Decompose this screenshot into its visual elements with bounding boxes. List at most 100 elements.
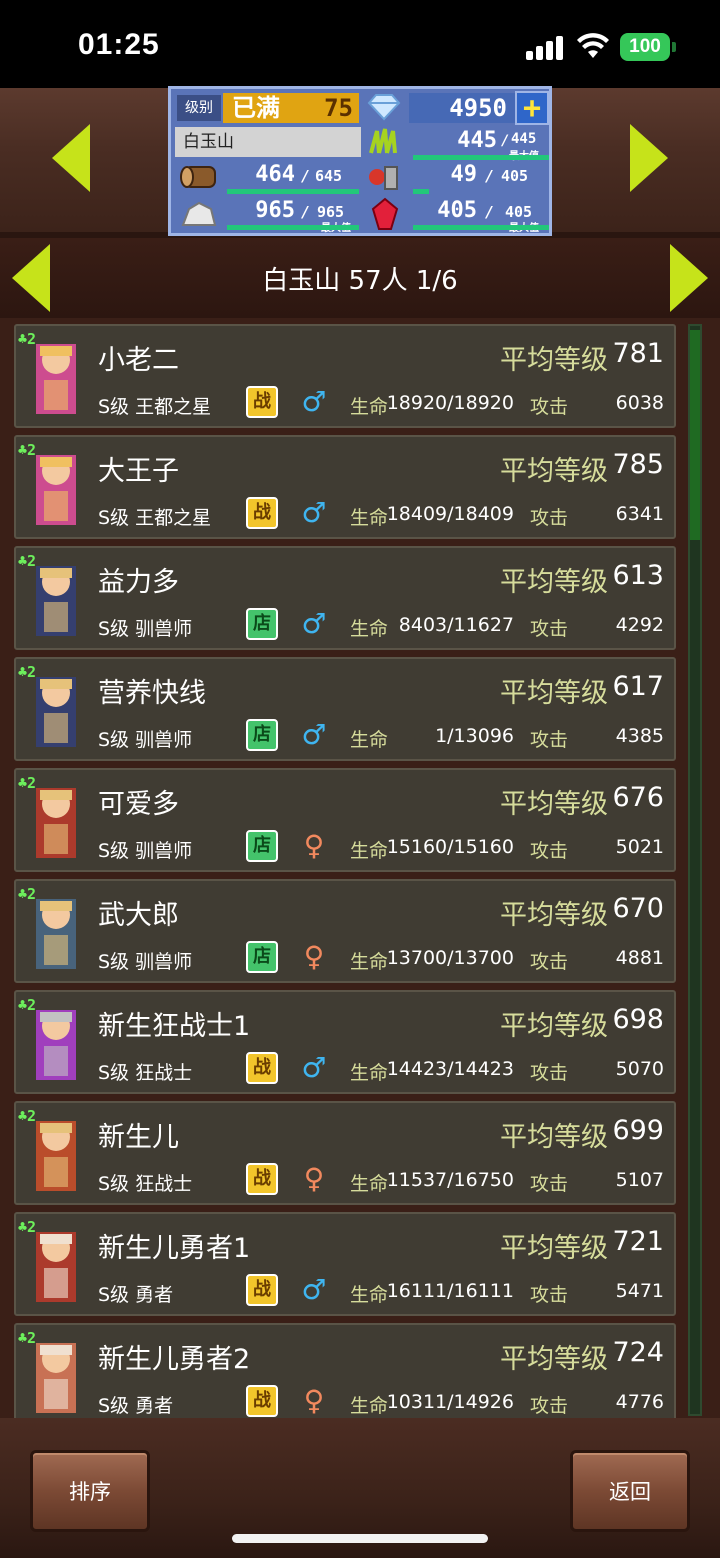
- atk-value: 5471: [615, 1280, 664, 1302]
- hp-value: 18409/18409: [386, 503, 514, 525]
- atk-label: 攻击: [530, 396, 569, 418]
- character-row[interactable]: ♣2 新生儿勇者2 平均等级 724 S级 勇者 战 ♀ 生命 10311/14…: [14, 1323, 676, 1418]
- diamond-icon: [367, 94, 401, 121]
- add-gems-button[interactable]: +: [515, 91, 549, 125]
- stone-icon: [181, 201, 217, 226]
- atk-label: 攻击: [530, 507, 569, 529]
- character-name: 新生儿勇者2: [98, 1344, 251, 1375]
- grass-value: 445: [457, 128, 497, 153]
- character-name: 新生狂战士1: [98, 1011, 251, 1042]
- character-row[interactable]: ♣2 可爱多 平均等级 676 S级 驯兽师 店 ♀ 生命 15160/1516…: [14, 768, 676, 872]
- male-icon: ♂: [301, 1273, 327, 1306]
- hp-label: 生命: [350, 729, 389, 751]
- character-job: S级 狂战士: [98, 1062, 193, 1084]
- level-label: 级别: [177, 95, 221, 121]
- avg-level-label: 平均等级: [500, 789, 608, 820]
- atk-label: 攻击: [530, 1062, 569, 1084]
- level-value: 75: [289, 93, 359, 123]
- male-icon: ♂: [301, 385, 327, 418]
- atk-label: 攻击: [530, 951, 569, 973]
- rank-badge: ♣2: [18, 552, 37, 570]
- hp-value: 1/13096: [435, 725, 514, 747]
- rank-badge: ♣2: [18, 1107, 37, 1125]
- character-row[interactable]: ♣2 小老二 平均等级 781 S级 王都之星 战 ♂ 生命 18920/189…: [14, 324, 676, 428]
- character-name: 小老二: [98, 345, 179, 376]
- character-row[interactable]: ♣2 武大郎 平均等级 670 S级 驯兽师 店 ♀ 生命 13700/1370…: [14, 879, 676, 983]
- hp-value: 13700/13700: [386, 947, 514, 969]
- level-status: 已满: [223, 93, 289, 123]
- character-name: 武大郎: [98, 900, 179, 931]
- role-tag: 战: [246, 1385, 278, 1417]
- hp-value: 11537/16750: [386, 1169, 514, 1191]
- role-tag: 店: [246, 608, 278, 640]
- resource-panel: 级别 已满 75 4950 + 白玉山 445 / 445 最大值 464 / …: [168, 86, 552, 236]
- ruby-icon: [371, 197, 399, 230]
- avg-level-value: 698: [612, 1004, 664, 1035]
- character-job: S级 勇者: [98, 1395, 174, 1417]
- atk-label: 攻击: [530, 840, 569, 862]
- character-name: 营养快线: [98, 678, 206, 709]
- food-value: 49: [450, 162, 478, 187]
- stone-value: 965: [255, 198, 295, 223]
- avg-level-value: 721: [612, 1226, 664, 1257]
- home-indicator[interactable]: [232, 1534, 488, 1543]
- hp-label: 生命: [350, 507, 389, 529]
- next-area-arrow[interactable]: [630, 124, 668, 192]
- battery-indicator: 100: [620, 33, 670, 61]
- hp-label: 生命: [350, 1284, 389, 1306]
- hp-value: 18920/18920: [386, 392, 514, 414]
- character-row[interactable]: ♣2 益力多 平均等级 613 S级 驯兽师 店 ♂ 生命 8403/11627…: [14, 546, 676, 650]
- atk-label: 攻击: [530, 1395, 569, 1417]
- scrollbar-thumb[interactable]: [690, 330, 700, 540]
- gem-count: 4950: [409, 93, 515, 123]
- role-tag: 战: [246, 386, 278, 418]
- atk-value: 4292: [615, 614, 664, 636]
- back-button[interactable]: 返回: [570, 1450, 690, 1532]
- rank-badge: ♣2: [18, 996, 37, 1014]
- character-row[interactable]: ♣2 新生儿 平均等级 699 S级 狂战士 战 ♀ 生命 11537/1675…: [14, 1101, 676, 1205]
- hp-label: 生命: [350, 1395, 389, 1417]
- female-icon: ♀: [303, 1162, 325, 1195]
- character-row[interactable]: ♣2 新生狂战士1 平均等级 698 S级 狂战士 战 ♂ 生命 14423/1…: [14, 990, 676, 1094]
- avg-level-label: 平均等级: [500, 456, 608, 487]
- atk-value: 5021: [615, 836, 664, 858]
- atk-label: 攻击: [530, 618, 569, 640]
- rank-badge: ♣2: [18, 1218, 37, 1236]
- atk-value: 4385: [615, 725, 664, 747]
- role-tag: 店: [246, 719, 278, 751]
- male-icon: ♂: [301, 607, 327, 640]
- character-job: S级 驯兽师: [98, 618, 193, 640]
- avg-level-value: 724: [612, 1337, 664, 1368]
- character-row[interactable]: ♣2 新生儿勇者1 平均等级 721 S级 勇者 战 ♂ 生命 16111/16…: [14, 1212, 676, 1316]
- rank-badge: ♣2: [18, 330, 37, 348]
- rank-badge: ♣2: [18, 885, 37, 903]
- avg-level-label: 平均等级: [500, 345, 608, 376]
- character-name: 益力多: [98, 567, 179, 598]
- sort-button[interactable]: 排序: [30, 1450, 150, 1532]
- role-tag: 店: [246, 941, 278, 973]
- character-list[interactable]: ♣2 小老二 平均等级 781 S级 王都之星 战 ♂ 生命 18920/189…: [0, 318, 720, 1418]
- wood-value: 464: [255, 162, 295, 187]
- atk-label: 攻击: [530, 1173, 569, 1195]
- hp-value: 10311/14926: [386, 1391, 514, 1413]
- atk-label: 攻击: [530, 1284, 569, 1306]
- avg-level-value: 785: [612, 449, 664, 480]
- male-icon: ♂: [301, 718, 327, 751]
- battery-tip: [672, 42, 676, 52]
- hp-value: 16111/16111: [386, 1280, 514, 1302]
- atk-value: 4776: [615, 1391, 664, 1413]
- character-job: S级 王都之星: [98, 507, 212, 529]
- character-job: S级 王都之星: [98, 396, 212, 418]
- location-name: 白玉山: [175, 127, 361, 157]
- stone-bar: [227, 225, 359, 230]
- character-row[interactable]: ♣2 大王子 平均等级 785 S级 王都之星 战 ♂ 生命 18409/184…: [14, 435, 676, 539]
- rank-badge: ♣2: [18, 663, 37, 681]
- role-tag: 店: [246, 830, 278, 862]
- prev-area-arrow[interactable]: [52, 124, 90, 192]
- wood-icon: [180, 166, 216, 188]
- avg-level-label: 平均等级: [500, 1011, 608, 1042]
- male-icon: ♂: [301, 1051, 327, 1084]
- character-row[interactable]: ♣2 营养快线 平均等级 617 S级 驯兽师 店 ♂ 生命 1/13096 攻…: [14, 657, 676, 761]
- hp-value: 8403/11627: [398, 614, 514, 636]
- rank-badge: ♣2: [18, 441, 37, 459]
